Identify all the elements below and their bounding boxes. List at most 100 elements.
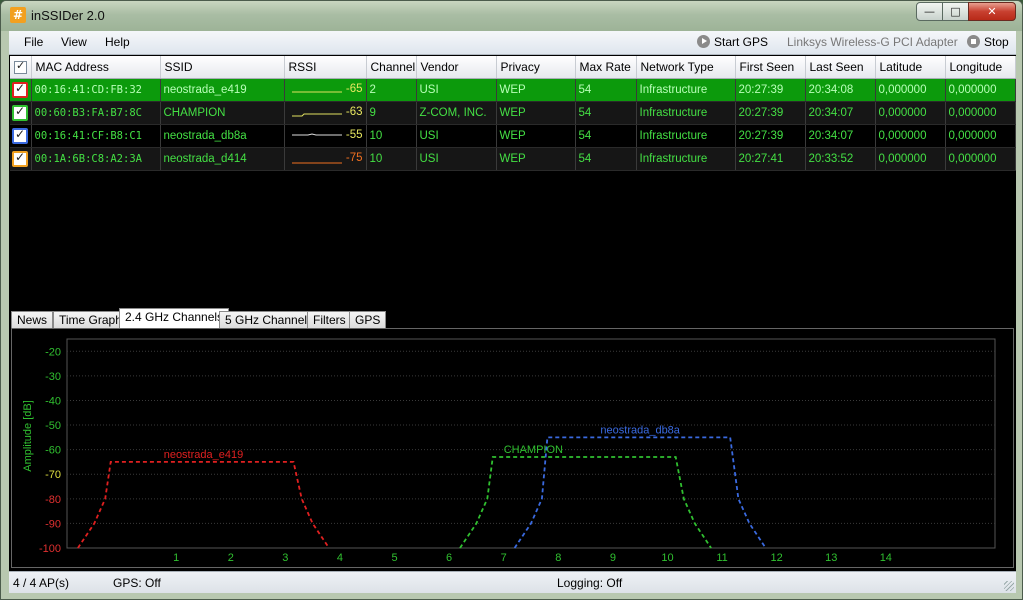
cell-network-type: Infrastructure: [636, 147, 736, 171]
cell-ssid: CHAMPION: [160, 101, 285, 125]
app-window: # inSSIDer 2.0 — □ ✕ File View Help Star…: [0, 0, 1023, 600]
channel-chart: Amplitude [dB] -20-30-40-50-60-70-80-90-…: [22, 338, 996, 564]
cell-network-type: Infrastructure: [636, 124, 736, 148]
col-ssid[interactable]: SSID: [160, 56, 285, 79]
x-tick-label: 9: [610, 552, 616, 564]
cell-vendor: USI: [416, 78, 497, 102]
channel-curve[interactable]: [77, 460, 330, 549]
tab-filters[interactable]: Filters: [307, 311, 352, 328]
cell-longitude: 0,000000: [945, 78, 1016, 102]
col-rssi[interactable]: RSSI: [284, 56, 367, 79]
cell-latitude: 0,000000: [875, 101, 946, 125]
cell-channel: 10: [366, 124, 417, 148]
tab-news[interactable]: News: [11, 311, 54, 328]
cell-vendor: Z-COM, INC.: [416, 101, 497, 125]
row-checkbox[interactable]: ✓: [12, 104, 28, 121]
cell-rssi: -65: [284, 78, 367, 102]
rssi-value: -75: [345, 151, 363, 164]
row-checkbox[interactable]: ✓: [12, 150, 28, 167]
channel-chart-panel: Amplitude [dB] -20 -30 -40 -50 -60 -70 -80 -90-…: [11, 328, 1014, 568]
x-tick-label: 5: [391, 552, 397, 564]
status-gps: GPS: Off: [113, 576, 161, 590]
row-checkbox-cell[interactable]: ✓: [10, 147, 32, 171]
x-tick-label: 6: [446, 552, 452, 564]
cell-latitude: 0,000000: [875, 124, 946, 148]
cell-mac: 00:16:41:CD:FB:32: [31, 78, 161, 102]
title-bar[interactable]: # inSSIDer 2.0 — □ ✕: [1, 1, 1022, 31]
x-tick-label: 10: [661, 552, 673, 564]
tab-5-ghz-channels[interactable]: 5 GHz Channels: [219, 311, 320, 328]
x-tick-label: 11: [716, 552, 727, 564]
rssi-sparkline: [291, 132, 342, 135]
adapter-select[interactable]: Linksys Wireless-G PCI Adapter: [787, 35, 958, 49]
window-title: inSSIDer 2.0: [31, 8, 105, 23]
cell-channel: 9: [366, 101, 417, 125]
resize-grip[interactable]: [1004, 581, 1014, 591]
tab-time-graph[interactable]: Time Graph: [53, 311, 128, 328]
menu-file[interactable]: File: [24, 35, 43, 49]
ap-grid: ✓ MAC Address SSID RSSI Channel Vendor P…: [9, 55, 1016, 330]
cell-ssid: neostrada_e419: [160, 78, 285, 102]
cell-vendor: USI: [416, 124, 497, 148]
x-tick-labels: 1 2 3 4 5 6 7 8 9 10 11 12 13 14: [173, 552, 892, 564]
row-checkbox[interactable]: ✓: [12, 127, 28, 144]
tab-gps[interactable]: GPS: [349, 311, 387, 328]
row-checkbox-cell[interactable]: ✓: [10, 101, 32, 125]
col-first-seen[interactable]: First Seen: [735, 56, 806, 79]
start-gps-label: Start GPS: [714, 35, 769, 49]
tab-2-4-ghz-channels[interactable]: 2.4 GHz Channels: [119, 308, 230, 328]
menu-view[interactable]: View: [61, 35, 87, 49]
cell-rssi: -75: [284, 147, 367, 171]
cell-latitude: 0,000000: [875, 147, 946, 171]
col-mac-address[interactable]: MAC Address: [31, 56, 161, 79]
menu-help[interactable]: Help: [105, 35, 130, 49]
col-vendor[interactable]: Vendor: [416, 56, 497, 79]
y-axis-label: Amplitude [dB]: [22, 400, 34, 472]
col-privacy[interactable]: Privacy: [496, 56, 576, 79]
y-tick-label: -100: [39, 543, 61, 555]
app-hash-icon: #: [10, 7, 26, 23]
col-latitude[interactable]: Latitude: [875, 56, 946, 79]
cell-last-seen: 20:34:08: [805, 78, 876, 102]
maximize-button[interactable]: □: [942, 2, 969, 21]
col-network-type[interactable]: Network Type: [636, 56, 736, 79]
rssi-value: -63: [345, 105, 363, 118]
select-all-header[interactable]: ✓: [10, 56, 32, 79]
col-last-seen[interactable]: Last Seen: [805, 56, 876, 79]
channel-curve[interactable]: [459, 456, 712, 549]
cell-privacy: WEP: [496, 124, 576, 148]
table-row[interactable]: ✓ 00:16:41:CF:B8:C1 neostrada_db8a -55 1…: [10, 124, 1016, 148]
col-longitude[interactable]: Longitude: [945, 56, 1016, 79]
table-row[interactable]: ✓ 00:16:41:CD:FB:32 neostrada_e419 -65 2…: [10, 78, 1016, 102]
col-max-rate[interactable]: Max Rate: [575, 56, 637, 79]
x-tick-label: 7: [501, 552, 507, 564]
col-channel[interactable]: Channel: [366, 56, 417, 79]
cell-mac: 00:60:B3:FA:B7:8C: [31, 101, 161, 125]
cell-mac: 00:16:41:CF:B8:C1: [31, 124, 161, 148]
table-row[interactable]: ✓ 00:1A:6B:C8:A2:3A neostrada_d414 -75 1…: [10, 147, 1016, 171]
row-checkbox-cell[interactable]: ✓: [10, 78, 32, 102]
y-tick-label: -40: [45, 395, 61, 407]
stop-icon: [967, 35, 980, 48]
y-tick-label: -20: [45, 346, 61, 358]
rssi-sparkline: [291, 113, 342, 116]
close-button[interactable]: ✕: [968, 2, 1016, 21]
series-label: CHAMPION: [504, 444, 563, 456]
cell-privacy: WEP: [496, 78, 576, 102]
status-ap-count: 4 / 4 AP(s): [13, 576, 70, 590]
row-checkbox-cell[interactable]: ✓: [10, 124, 32, 148]
cell-longitude: 0,000000: [945, 101, 1016, 125]
select-all-checkbox[interactable]: ✓: [14, 59, 27, 74]
cell-ssid: neostrada_db8a: [160, 124, 285, 148]
stop-button[interactable]: Stop: [967, 35, 1009, 49]
cell-network-type: Infrastructure: [636, 78, 736, 102]
cell-channel: 2: [366, 78, 417, 102]
start-gps-button[interactable]: Start GPS: [697, 35, 768, 49]
cell-max-rate: 54: [575, 78, 637, 102]
series-layer: neostrada_e419 CHAMPION neostrada_db8a: [77, 424, 767, 549]
table-header-row: ✓ MAC Address SSID RSSI Channel Vendor P…: [10, 56, 1016, 79]
row-checkbox[interactable]: ✓: [12, 81, 28, 98]
minimize-button[interactable]: —: [916, 2, 943, 21]
rssi-value: -65: [345, 82, 363, 95]
table-row[interactable]: ✓ 00:60:B3:FA:B7:8C CHAMPION -63 9 Z-COM…: [10, 101, 1016, 125]
